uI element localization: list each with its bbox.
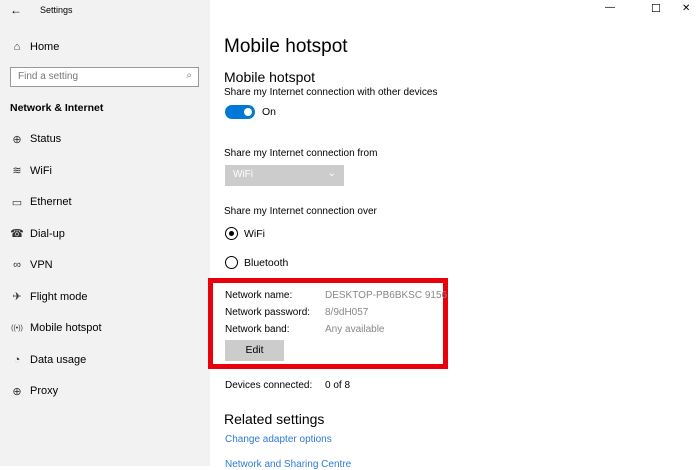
network-sharing-link[interactable]: Network and Sharing Centre — [225, 459, 351, 470]
vpn-icon: ∞ — [13, 259, 21, 271]
ethernet-icon: ▭ — [11, 196, 23, 209]
close-button[interactable]: ✕ — [682, 3, 690, 14]
sidebar-item-ethernet[interactable]: ▭ Ethernet — [0, 187, 210, 217]
sidebar-item-proxy[interactable]: ⊕ Proxy — [0, 376, 210, 406]
network-password-value: 8/9dH057 — [325, 307, 369, 318]
sidebar-item-label: Mobile hotspot — [30, 322, 102, 334]
page-title: Mobile hotspot — [224, 36, 348, 57]
network-band-label: Network band: — [225, 324, 290, 335]
network-name-label: Network name: — [225, 290, 293, 301]
window-title: Settings — [40, 5, 73, 15]
sidebar-item-label: Proxy — [30, 385, 59, 397]
sidebar-item-vpn[interactable]: ∞ VPN — [0, 250, 210, 280]
sidebar-item-wifi[interactable]: ≋ WiFi — [0, 156, 210, 186]
hotspot-toggle[interactable] — [225, 105, 255, 119]
network-password-label: Network password: — [225, 307, 311, 318]
chevron-down-icon: ⌄ — [327, 168, 336, 179]
toggle-state: On — [262, 106, 277, 118]
radio-bluetooth-label: Bluetooth — [244, 257, 289, 269]
radio-bluetooth[interactable] — [225, 256, 238, 269]
home-icon: ⌂ — [13, 41, 21, 53]
minimize-button[interactable]: — — [605, 2, 615, 13]
sidebar-item-label: Flight mode — [30, 290, 88, 303]
data-usage-icon: ◔ — [13, 353, 21, 366]
wifi-icon: ≋ — [12, 165, 22, 177]
search-icon: ⌕ — [186, 70, 192, 81]
sidebar-item-label: Dial-up — [30, 227, 65, 240]
search-input[interactable]: Find a setting ⌕ — [10, 67, 199, 87]
section-title: Mobile hotspot — [224, 69, 316, 85]
maximize-button[interactable]: ☐ — [651, 2, 661, 15]
connection-from-select[interactable]: WiFi ⌄ — [225, 165, 344, 186]
network-name-value: DESKTOP-PB6BKSC 9156 — [325, 290, 448, 301]
back-button[interactable]: ← — [10, 3, 22, 17]
sidebar-item-flight-mode[interactable]: ✈ Flight mode — [0, 282, 210, 312]
section-heading: Network & Internet — [10, 102, 104, 114]
related-heading: Related settings — [224, 411, 325, 427]
change-adapter-link[interactable]: Change adapter options — [225, 434, 332, 445]
sidebar-item-label: WiFi — [30, 164, 52, 177]
status-icon: ⊕ — [12, 133, 22, 146]
home-label: Home — [30, 41, 60, 53]
network-band-value: Any available — [325, 324, 385, 335]
from-value: WiFi — [233, 169, 253, 180]
flight-mode-icon: ✈ — [12, 291, 22, 303]
dial-up-icon: ☎ — [10, 228, 24, 240]
sidebar-item-label: Ethernet — [30, 196, 72, 208]
mobile-hotspot-icon: ((•)) — [11, 324, 23, 332]
over-label: Share my Internet connection over — [224, 206, 377, 217]
share-label: Share my Internet connection with other … — [224, 87, 438, 98]
edit-button[interactable]: Edit — [225, 340, 284, 361]
devices-label: Devices connected: — [225, 380, 313, 391]
proxy-icon: ⊕ — [12, 385, 22, 398]
from-label: Share my Internet connection from — [224, 148, 378, 159]
radio-wifi-label: WiFi — [244, 228, 265, 240]
sidebar: ← Settings ⌂ Home Find a setting ⌕ Network… — [0, 0, 210, 466]
sidebar-item-data-usage[interactable]: ◔ Data usage — [0, 345, 210, 375]
sidebar-item-dial-up[interactable]: ☎ Dial-up — [0, 219, 210, 249]
sidebar-item-label: Status — [30, 133, 62, 145]
radio-wifi[interactable] — [225, 227, 238, 240]
sidebar-item-label: VPN — [30, 259, 53, 271]
sidebar-item-status[interactable]: ⊕ Status — [0, 124, 210, 154]
main-content: Mobile hotspot Mobile hotspot Share my I… — [208, 0, 700, 470]
sidebar-item-label: Data usage — [30, 353, 87, 366]
sidebar-item-home[interactable]: ⌂ Home — [0, 32, 210, 62]
sidebar-item-mobile-hotspot[interactable]: ((•)) Mobile hotspot — [0, 313, 210, 343]
search-placeholder: Find a setting — [18, 71, 79, 82]
devices-value: 0 of 8 — [325, 380, 351, 391]
